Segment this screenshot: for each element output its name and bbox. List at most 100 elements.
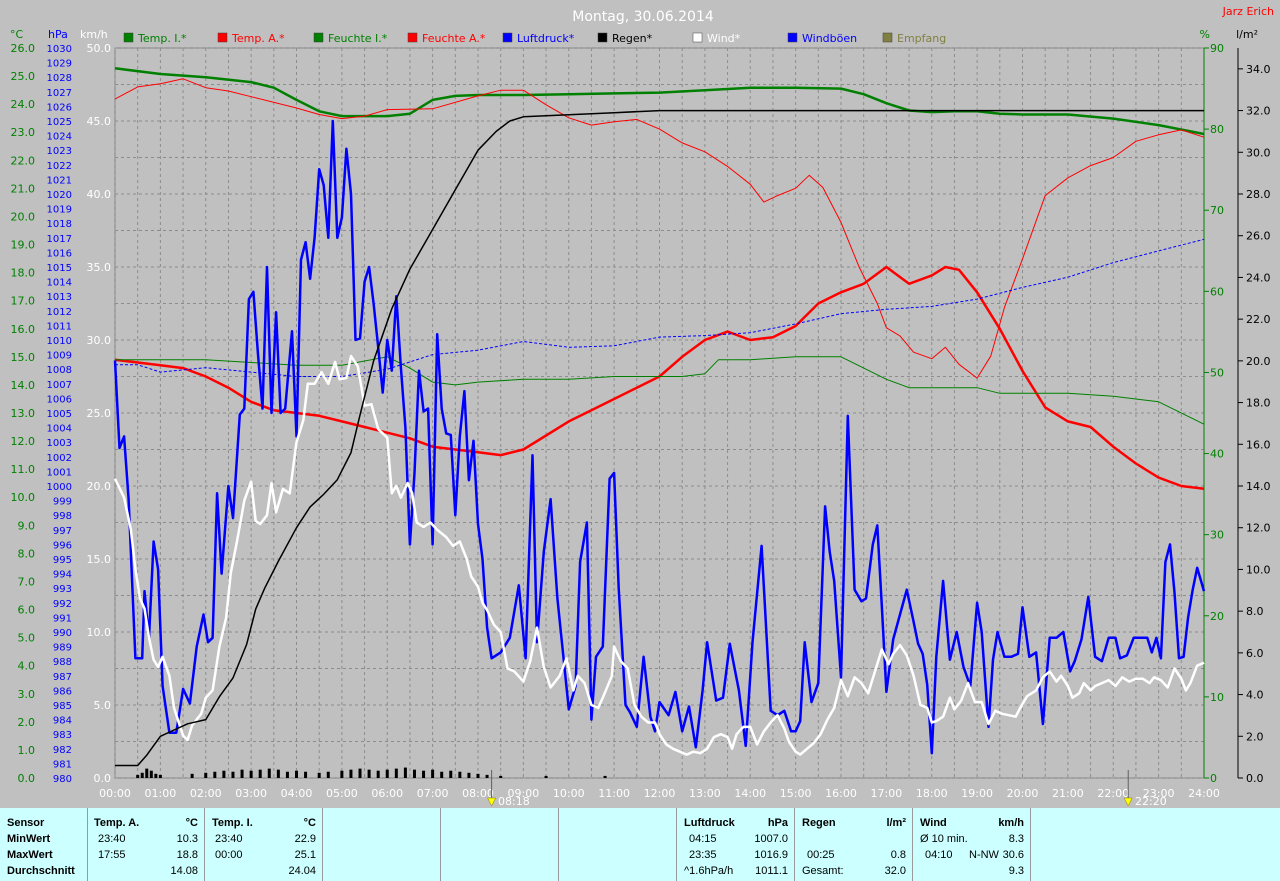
unit-pressure: hPa (48, 28, 68, 41)
rain-bar (249, 770, 253, 778)
humidity-tick-label: 0 (1210, 772, 1217, 785)
wind-tick-label: 0.0 (94, 772, 112, 785)
wind-tick-label: 50.0 (87, 42, 112, 55)
pressure-tick-label: 1018 (47, 219, 72, 230)
legend-swatch (407, 32, 418, 43)
pressure-trend: ^1.6hPa/h (684, 865, 734, 877)
rain-bar (394, 768, 398, 778)
rain-bar (358, 768, 362, 778)
humidity-tick-label: 80 (1210, 123, 1224, 136)
x-tick-label: 02:00 (190, 787, 222, 800)
legend-swatch (217, 32, 228, 43)
x-tick-label: 00:00 (99, 787, 131, 800)
rain-bar (440, 771, 444, 778)
humidity-tick-label: 70 (1210, 204, 1224, 217)
rain-bar (403, 767, 407, 778)
stats-labels: Sensor MinWert MaxWert Durchschnitt (0, 808, 88, 881)
legend-label: Regen* (612, 32, 653, 45)
pressure-tick-label: 1003 (47, 438, 72, 449)
temp-tick-label: 26.0 (11, 42, 36, 55)
unit-humidity: % (1200, 28, 1210, 41)
rain-bar (304, 771, 308, 778)
rain-tick-label: 20.0 (1246, 355, 1271, 368)
legend-label: Temp. I.* (137, 32, 187, 45)
x-tick-label: 19:00 (961, 787, 993, 800)
wind-tick-label: 25.0 (87, 407, 112, 420)
x-tick-label: 21:00 (1052, 787, 1084, 800)
humidity-tick-label: 10 (1210, 691, 1224, 704)
wind-max-dir: N-NW (969, 849, 999, 861)
pressure-tick-label: 1006 (47, 394, 72, 405)
wind-tick-label: 45.0 (87, 115, 112, 128)
rain-total-value: 32.0 (884, 865, 906, 877)
rain-bar (154, 773, 158, 778)
rain-bar (145, 768, 149, 778)
temp-i-avg-value: 24.04 (288, 865, 316, 877)
pressure-tick-label: 986 (53, 686, 72, 697)
temp-i-min-time: 23:40 (215, 833, 243, 845)
legend-swatch (882, 32, 893, 43)
pressure-tick-label: 1024 (47, 132, 72, 143)
rain-bar (295, 770, 298, 778)
pressure-tick-label: 987 (53, 672, 72, 683)
pressure-title: Luftdruck (684, 817, 735, 829)
pressure-tick-label: 1015 (47, 263, 72, 274)
pressure-tick-label: 1017 (47, 234, 72, 245)
pressure-tick-label: 983 (53, 730, 72, 741)
temp-a-unit: °C (185, 817, 198, 829)
wind-title: Wind (920, 817, 947, 829)
pressure-tick-label: 991 (53, 613, 72, 624)
pressure-tick-label: 990 (53, 628, 72, 639)
temp-tick-label: 20.0 (11, 210, 36, 223)
rain-bar (267, 768, 271, 778)
temp-tick-label: 10.0 (11, 491, 36, 504)
pressure-tick-label: 981 (53, 759, 72, 770)
x-tick-label: 12:00 (644, 787, 676, 800)
temp-tick-label: 0.0 (18, 772, 36, 785)
temp-tick-label: 25.0 (11, 70, 36, 83)
legend-label: Empfang (897, 32, 946, 45)
temp-tick-label: 13.0 (11, 407, 36, 420)
pressure-tick-label: 1021 (47, 175, 72, 186)
pressure-tick-label: 984 (53, 716, 72, 727)
wind-avg10-label: Ø 10 min. (920, 833, 968, 845)
pressure-tick-label: 996 (53, 540, 72, 551)
temp-a-max-time: 17:55 (98, 849, 126, 861)
wind-max-time: 04:10 (925, 849, 953, 861)
pressure-tick-label: 985 (53, 701, 72, 712)
max-label: MaxWert (7, 849, 53, 861)
pressure-tick-label: 1020 (47, 190, 72, 201)
stats-panel: Sensor MinWert MaxWert Durchschnitt Temp… (0, 808, 1280, 881)
pressure-tick-label: 999 (53, 497, 72, 508)
rain-bar (349, 769, 353, 778)
pressure-tick-label: 982 (53, 745, 72, 756)
rain-tick-label: 8.0 (1246, 605, 1264, 618)
pressure-tick-label: 1023 (47, 146, 72, 157)
rain-bar (431, 769, 435, 778)
temp-a-min-value: 10.3 (176, 833, 198, 845)
pressure-tick-label: 992 (53, 599, 72, 610)
rain-tick-label: 34.0 (1246, 63, 1271, 76)
rain-bar (136, 774, 140, 778)
rain-bar (376, 770, 380, 778)
rain-tick-label: 0.0 (1246, 772, 1264, 785)
legend-label: Wind* (707, 32, 741, 45)
pressure-tick-label: 1012 (47, 307, 72, 318)
rain-tick-label: 18.0 (1246, 397, 1271, 410)
legend-label: Feuchte A.* (422, 32, 486, 45)
wind-avg-value: 9.3 (1008, 865, 1024, 877)
rain-bar (258, 769, 262, 778)
humidity-tick-label: 60 (1210, 285, 1224, 298)
rain-bar (458, 771, 462, 778)
pressure-tick-label: 993 (53, 584, 72, 595)
temp-tick-label: 9.0 (18, 519, 36, 532)
rain-bar (190, 773, 194, 778)
stats-temp-i: Temp. I. °C 23:40 22.9 00:00 25.1 24.04 (205, 808, 323, 881)
rain-bar (544, 775, 548, 778)
legend-swatch (502, 32, 513, 43)
temp-tick-label: 24.0 (11, 98, 36, 111)
temp-tick-label: 15.0 (11, 351, 36, 364)
stats-temp-a: Temp. A. °C 23:40 10.3 17:55 18.8 14.08 (88, 808, 205, 881)
humidity-tick-label: 50 (1210, 366, 1224, 379)
x-tick-label: 24:00 (1188, 787, 1220, 800)
